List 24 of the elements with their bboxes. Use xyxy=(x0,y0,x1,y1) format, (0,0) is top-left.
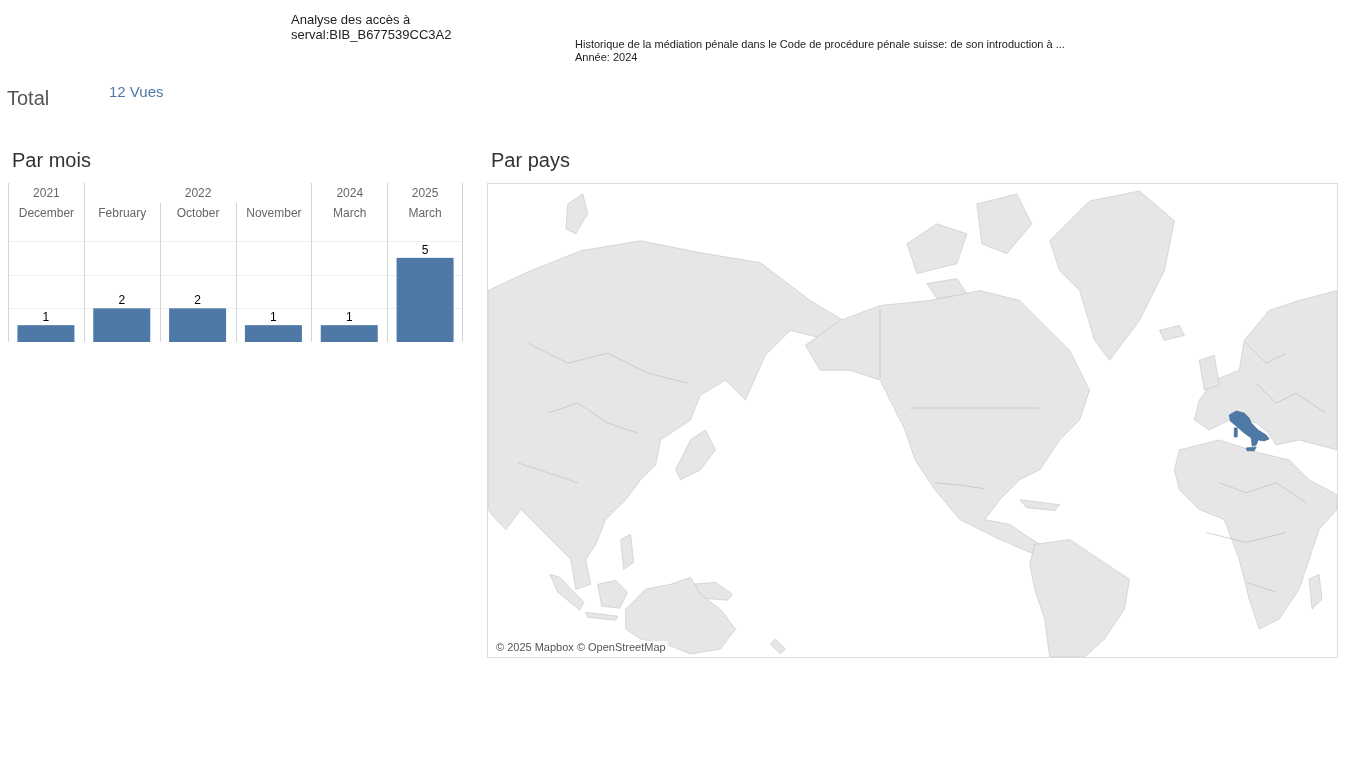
value-label: 2 xyxy=(194,293,201,308)
value-label: 1 xyxy=(42,310,50,325)
document-year: Année: 2024 xyxy=(575,51,638,64)
bar xyxy=(169,308,227,342)
year-header: 2022 xyxy=(83,183,312,203)
section-title: Par pays xyxy=(490,148,570,173)
document-title: Historique de la médiation pénale dans le Code de procédure pénale suisse: de son introduction à ... xyxy=(575,38,1065,51)
value-label: 1 xyxy=(270,310,277,325)
highlighted-country xyxy=(1228,410,1270,452)
value-label: 2 xyxy=(118,293,126,308)
year-header: 2024 xyxy=(311,183,388,203)
report-title: Analyse des accès à serval:BIB_B677539CC3A2 xyxy=(291,12,453,42)
value-label: 1 xyxy=(345,310,353,325)
value-label: 5 xyxy=(421,242,429,257)
section-title: Par mois xyxy=(11,148,91,173)
bar xyxy=(93,308,151,342)
bar xyxy=(17,325,75,342)
map-attribution: © 2025 Mapbox © OpenStreetMap xyxy=(494,641,668,654)
year-header: 2021 xyxy=(8,183,84,203)
bar xyxy=(244,325,302,342)
bar xyxy=(320,325,378,342)
total-label: Total xyxy=(7,86,51,110)
year-header: 2025 xyxy=(387,183,463,203)
total-views: 12 Vues xyxy=(109,83,164,101)
